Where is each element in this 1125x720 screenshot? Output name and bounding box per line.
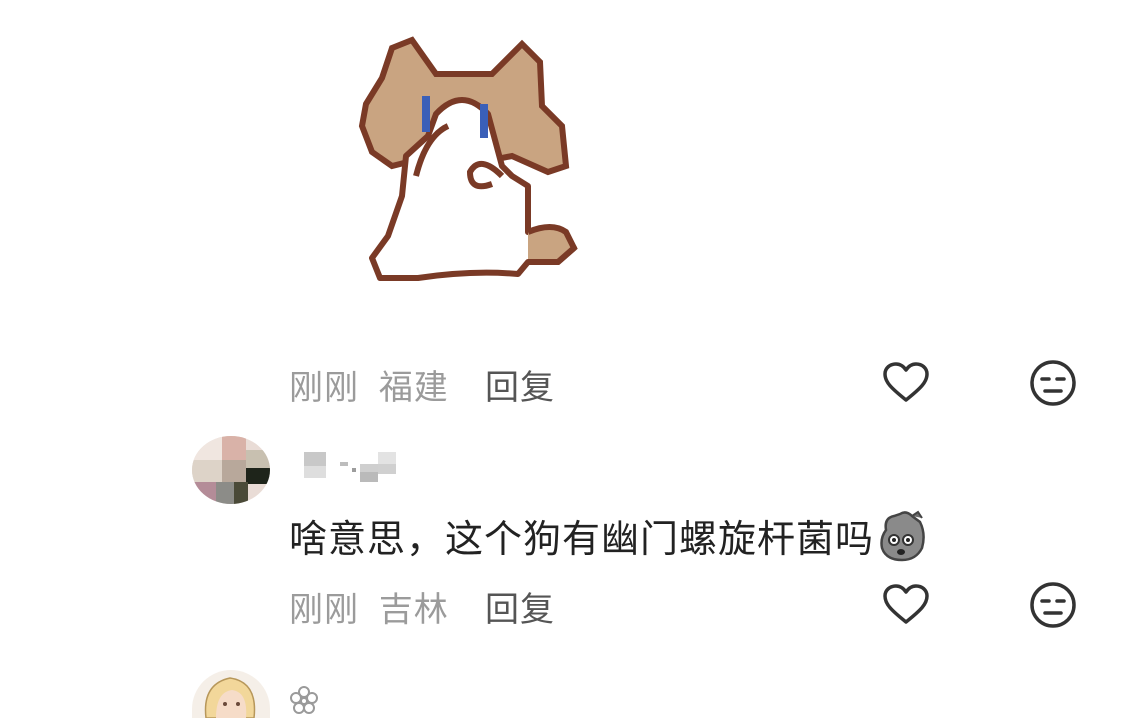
cat-sticker-image[interactable] — [352, 26, 580, 316]
pixelated-username-icon — [304, 452, 396, 482]
user-avatar[interactable] — [192, 670, 270, 718]
user-avatar[interactable] — [192, 436, 270, 504]
comment-location: 福建 — [378, 368, 449, 408]
comment-time: 刚刚 — [289, 368, 359, 408]
shocked-dog-emoji-icon — [880, 510, 925, 561]
comment-body: 啥意思，这个狗有幽门螺旋杆菌吗 — [289, 517, 875, 561]
user-avatar-blurred-icon — [192, 436, 270, 504]
heart-icon[interactable] — [881, 358, 931, 408]
heart-icon[interactable] — [881, 580, 931, 630]
reply-button[interactable]: 回复 — [485, 360, 555, 409]
comment-location: 吉林 — [378, 590, 449, 630]
flower-icon — [288, 684, 320, 716]
comment-time: 刚刚 — [289, 590, 359, 630]
comment-text: 啥意思，这个狗有幽门螺旋杆菌吗 — [289, 508, 928, 563]
unamused-face-icon[interactable] — [1028, 580, 1078, 630]
reply-button[interactable]: 回复 — [485, 582, 555, 631]
pixelated-username[interactable] — [304, 448, 398, 484]
comment-meta: 刚刚 福建 — [289, 360, 449, 409]
anime-girl-avatar-icon — [192, 670, 270, 718]
unamused-face-icon[interactable] — [1028, 358, 1078, 408]
comment-meta: 刚刚 吉林 — [289, 582, 449, 631]
cat-covering-face-sticker-icon — [358, 36, 578, 281]
